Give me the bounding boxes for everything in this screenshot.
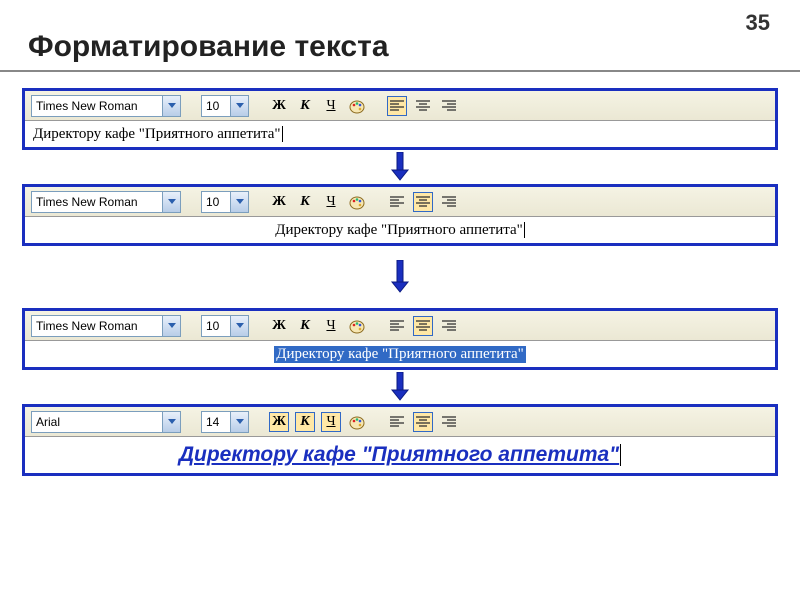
- chevron-down-icon[interactable]: [230, 316, 248, 336]
- toolbar-1: Times New Roman 10 Ж К Ч: [25, 91, 775, 121]
- font-combo[interactable]: Times New Roman: [31, 95, 181, 117]
- italic-button[interactable]: К: [295, 96, 315, 116]
- chevron-down-icon[interactable]: [162, 192, 180, 212]
- font-color-button[interactable]: [347, 316, 367, 336]
- font-combo[interactable]: Arial: [31, 411, 181, 433]
- text-area[interactable]: Директору кафе "Приятного аппетита": [25, 217, 775, 243]
- arrow-3: [0, 372, 800, 402]
- align-center-button[interactable]: [413, 412, 433, 432]
- italic-button[interactable]: К: [295, 192, 315, 212]
- bold-button[interactable]: Ж: [269, 412, 289, 432]
- font-combo[interactable]: Times New Roman: [31, 315, 181, 337]
- text-cursor: [620, 444, 621, 466]
- align-left-button[interactable]: [387, 192, 407, 212]
- text-area[interactable]: Директору кафе "Приятного аппетита": [25, 121, 775, 147]
- sample-text: Директору кафе "Приятного аппетита": [179, 443, 619, 467]
- chevron-down-icon[interactable]: [162, 412, 180, 432]
- toolbar-4: Arial 14 Ж К Ч: [25, 407, 775, 437]
- align-right-button[interactable]: [439, 192, 459, 212]
- panel-4: Arial 14 Ж К Ч Директору кафе "Приятного…: [22, 404, 778, 476]
- bold-button[interactable]: Ж: [269, 316, 289, 336]
- arrow-2: [0, 260, 800, 294]
- panel-2: Times New Roman 10 Ж К Ч Директору кафе …: [22, 184, 778, 246]
- align-left-button[interactable]: [387, 96, 407, 116]
- underline-button[interactable]: Ч: [321, 316, 341, 336]
- size-combo[interactable]: 10: [201, 95, 249, 117]
- sample-text-selected: Директору кафе "Приятного аппетита": [274, 346, 526, 363]
- italic-button[interactable]: К: [295, 316, 315, 336]
- text-area[interactable]: Директору кафе "Приятного аппетита": [25, 437, 775, 473]
- text-cursor: [282, 126, 283, 142]
- align-left-button[interactable]: [387, 316, 407, 336]
- underline-button[interactable]: Ч: [321, 192, 341, 212]
- size-combo[interactable]: 10: [201, 315, 249, 337]
- toolbar-2: Times New Roman 10 Ж К Ч: [25, 187, 775, 217]
- align-right-button[interactable]: [439, 316, 459, 336]
- size-combo[interactable]: 10: [201, 191, 249, 213]
- underline-button[interactable]: Ч: [321, 412, 341, 432]
- bold-button[interactable]: Ж: [269, 192, 289, 212]
- chevron-down-icon[interactable]: [162, 96, 180, 116]
- chevron-down-icon[interactable]: [230, 96, 248, 116]
- arrow-1: [0, 152, 800, 182]
- chevron-down-icon[interactable]: [230, 192, 248, 212]
- chevron-down-icon[interactable]: [162, 316, 180, 336]
- font-color-button[interactable]: [347, 192, 367, 212]
- panel-1: Times New Roman 10 Ж К Ч: [22, 88, 778, 150]
- page-title: Форматирование текста: [0, 0, 800, 72]
- bold-button[interactable]: Ж: [269, 96, 289, 116]
- align-left-button[interactable]: [387, 412, 407, 432]
- align-center-button[interactable]: [413, 192, 433, 212]
- text-area[interactable]: Директору кафе "Приятного аппетита": [25, 341, 775, 367]
- toolbar-3: Times New Roman 10 Ж К Ч: [25, 311, 775, 341]
- sample-text: Директору кафе "Приятного аппетита": [275, 222, 523, 239]
- size-combo-text: 10: [202, 96, 230, 116]
- font-color-button[interactable]: [347, 96, 367, 116]
- font-combo-text: Times New Roman: [32, 96, 162, 116]
- font-color-button[interactable]: [347, 412, 367, 432]
- align-center-button[interactable]: [413, 316, 433, 336]
- size-combo[interactable]: 14: [201, 411, 249, 433]
- align-center-button[interactable]: [413, 96, 433, 116]
- font-combo[interactable]: Times New Roman: [31, 191, 181, 213]
- align-right-button[interactable]: [439, 96, 459, 116]
- align-right-button[interactable]: [439, 412, 459, 432]
- sample-text: Директору кафе "Приятного аппетита": [33, 126, 281, 143]
- text-cursor: [524, 222, 525, 238]
- chevron-down-icon[interactable]: [230, 412, 248, 432]
- italic-button[interactable]: К: [295, 412, 315, 432]
- underline-button[interactable]: Ч: [321, 96, 341, 116]
- page-number: 35: [746, 10, 770, 36]
- panel-3: Times New Roman 10 Ж К Ч Директору кафе …: [22, 308, 778, 370]
